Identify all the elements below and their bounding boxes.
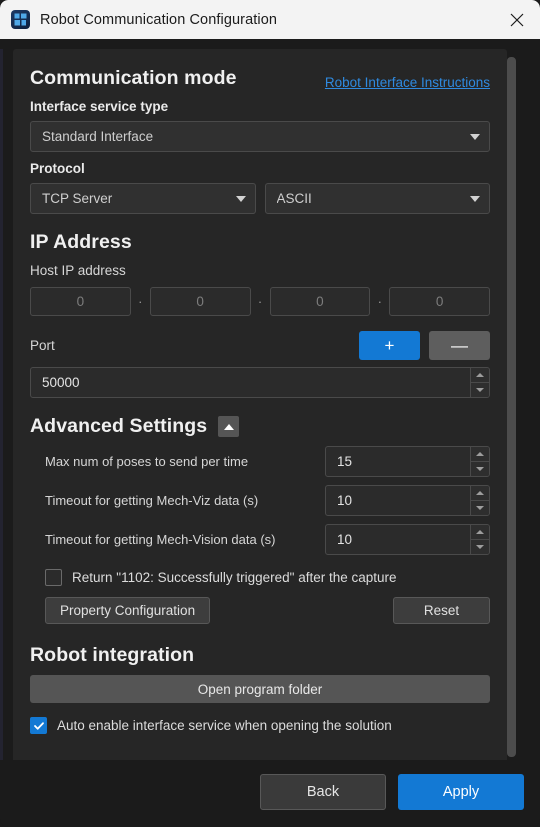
ip-octet-4-input[interactable]: 0	[389, 287, 490, 316]
reset-button[interactable]: Reset	[393, 597, 490, 624]
ip-separator: ·	[377, 294, 382, 309]
port-stepper-buttons	[470, 368, 489, 397]
advanced-settings-heading: Advanced Settings	[30, 415, 208, 437]
return-1102-checkbox-row[interactable]: Return "1102: Successfully triggered" af…	[30, 569, 490, 586]
title-bar: Robot Communication Configuration	[0, 0, 540, 39]
remove-port-button[interactable]: —	[429, 331, 490, 360]
triangle-down-icon	[476, 467, 484, 471]
dialog-footer: Back Apply	[0, 760, 540, 827]
protocol-format-value: ASCII	[276, 191, 312, 206]
host-ip-address-label: Host IP address	[30, 263, 126, 278]
host-ip-address-field-group: 0 · 0 · 0 · 0	[30, 287, 490, 316]
advanced-settings-collapse-button[interactable]	[218, 416, 240, 437]
advanced-settings-header: Advanced Settings	[30, 415, 490, 438]
protocol-select[interactable]: TCP Server	[30, 183, 256, 214]
interface-service-type-value: Standard Interface	[42, 129, 154, 144]
chevron-up-icon	[223, 423, 234, 430]
apply-button[interactable]: Apply	[398, 773, 524, 810]
auto-enable-checkbox[interactable]	[30, 717, 47, 734]
mechviz-timeout-increment-button[interactable]	[471, 486, 489, 501]
panel-scrollbar-thumb[interactable]	[507, 57, 516, 757]
left-edge-accent	[0, 49, 3, 760]
open-program-folder-button[interactable]: Open program folder	[30, 675, 490, 703]
mechvision-timeout-input[interactable]: 10	[326, 525, 470, 554]
back-button[interactable]: Back	[260, 773, 386, 810]
port-header-row: Port + —	[30, 331, 490, 360]
mech-mind-logo-icon	[11, 10, 30, 29]
auto-enable-checkbox-label: Auto enable interface service when openi…	[57, 718, 392, 733]
chevron-down-icon	[235, 195, 246, 202]
max-poses-stepper[interactable]: 15	[325, 446, 490, 477]
interface-service-type-label: Interface service type	[30, 99, 169, 114]
mechviz-timeout-input[interactable]: 10	[326, 486, 470, 515]
protocol-value: TCP Server	[42, 191, 113, 206]
mechvision-timeout-stepper-buttons	[470, 525, 489, 554]
settings-panel: Communication mode Robot Interface Instr…	[13, 49, 507, 760]
max-poses-label: Max num of poses to send per time	[45, 454, 249, 469]
port-label: Port	[30, 338, 55, 353]
robot-interface-instructions-link[interactable]: Robot Interface Instructions	[325, 75, 490, 90]
port-decrement-button[interactable]	[471, 383, 489, 397]
protocol-label: Protocol	[30, 161, 85, 176]
robot-communication-configuration-window: Robot Communication Configuration Commun…	[0, 0, 540, 827]
triangle-down-icon	[476, 506, 484, 510]
ip-separator: ·	[257, 294, 263, 309]
mechviz-timeout-decrement-button[interactable]	[471, 501, 489, 515]
protocol-format-select[interactable]: ASCII	[264, 183, 490, 214]
mechviz-timeout-label: Timeout for getting Mech-Viz data (s)	[45, 493, 259, 508]
mechvision-timeout-stepper[interactable]: 10	[325, 524, 490, 555]
triangle-up-icon	[476, 491, 484, 495]
add-port-button[interactable]: +	[359, 331, 420, 360]
mechvision-timeout-row: Timeout for getting Mech-Vision data (s)…	[30, 524, 490, 555]
return-1102-checkbox-label: Return "1102: Successfully triggered" af…	[72, 570, 397, 585]
ip-octet-1-input[interactable]: 0	[30, 287, 131, 316]
max-poses-row: Max num of poses to send per time 15	[30, 446, 490, 477]
return-1102-checkbox[interactable]	[45, 569, 62, 586]
chevron-down-icon	[470, 133, 480, 140]
close-icon[interactable]	[494, 0, 540, 39]
max-poses-stepper-buttons	[470, 447, 489, 476]
mechviz-timeout-stepper[interactable]: 10	[325, 485, 490, 516]
triangle-up-icon	[476, 452, 484, 456]
dialog-body: Communication mode Robot Interface Instr…	[0, 39, 540, 760]
communication-mode-header: Communication mode Robot Interface Instr…	[30, 67, 490, 90]
protocol-row: TCP Server ASCII	[30, 183, 490, 214]
chevron-down-icon	[470, 195, 480, 202]
port-stepper[interactable]: 50000	[30, 367, 490, 398]
mechvision-timeout-label: Timeout for getting Mech-Vision data (s)	[45, 532, 276, 547]
port-input[interactable]: 50000	[31, 368, 470, 397]
interface-service-type-select[interactable]: Standard Interface	[30, 121, 490, 152]
max-poses-decrement-button[interactable]	[471, 462, 489, 476]
mechvision-timeout-decrement-button[interactable]	[471, 540, 489, 554]
max-poses-input[interactable]: 15	[326, 447, 470, 476]
mechvision-timeout-increment-button[interactable]	[471, 525, 489, 540]
advanced-buttons-row: Property Configuration Reset	[30, 597, 490, 624]
triangle-down-icon	[476, 388, 484, 392]
max-poses-increment-button[interactable]	[471, 447, 489, 462]
auto-enable-checkbox-row[interactable]: Auto enable interface service when openi…	[30, 717, 490, 734]
triangle-up-icon	[476, 373, 484, 377]
communication-mode-heading: Communication mode	[30, 67, 237, 89]
window-title: Robot Communication Configuration	[40, 11, 278, 28]
ip-octet-2-input[interactable]: 0	[149, 287, 251, 316]
property-configuration-button[interactable]: Property Configuration	[45, 597, 211, 624]
ip-address-heading: IP Address	[30, 231, 132, 253]
mechviz-timeout-row: Timeout for getting Mech-Viz data (s) 10	[30, 485, 490, 516]
ip-octet-3-input[interactable]: 0	[269, 287, 371, 316]
port-increment-button[interactable]	[471, 368, 489, 383]
mechviz-timeout-stepper-buttons	[470, 486, 489, 515]
triangle-up-icon	[476, 530, 484, 534]
robot-integration-heading: Robot integration	[30, 644, 195, 666]
triangle-down-icon	[476, 545, 484, 549]
ip-separator: ·	[138, 294, 143, 309]
